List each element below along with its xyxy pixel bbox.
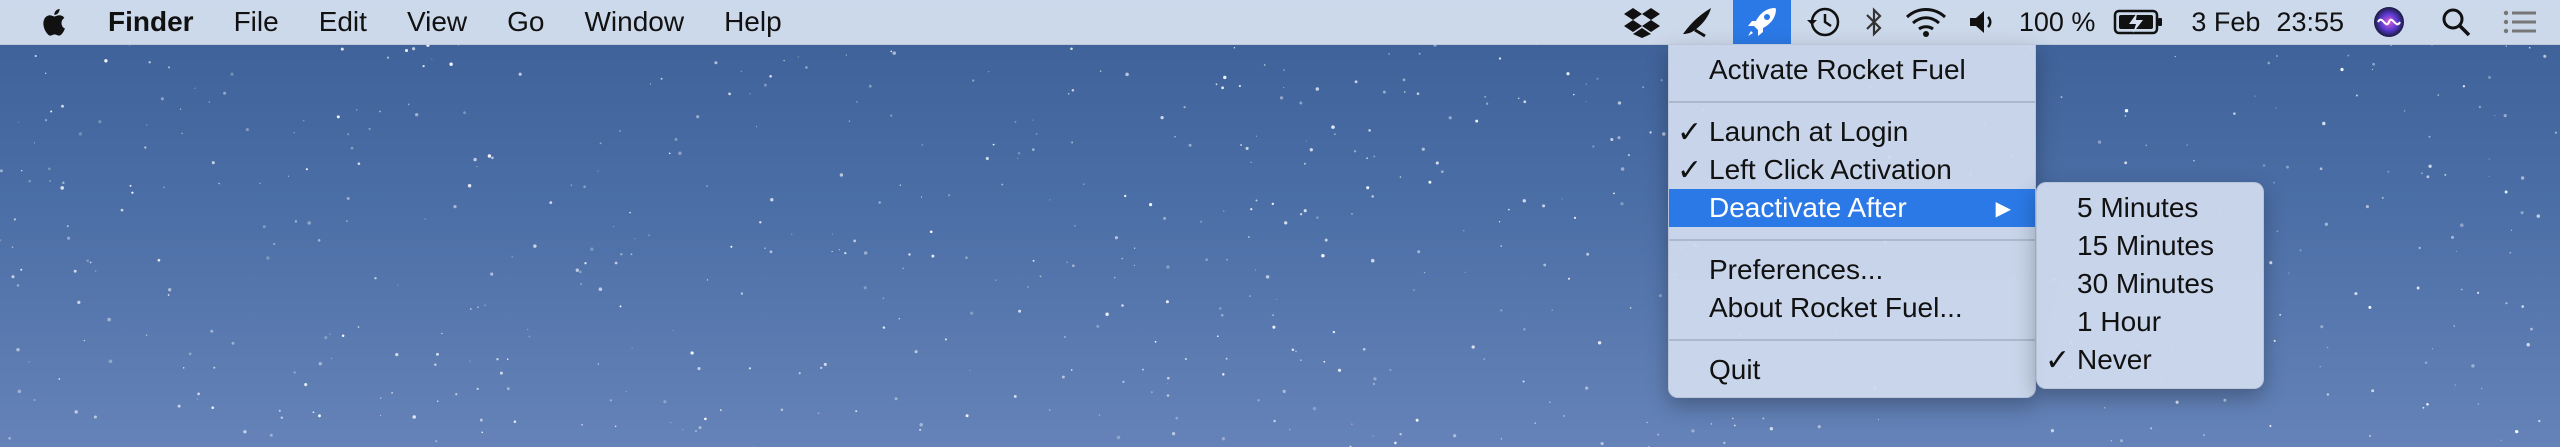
submenu-item-1-hour[interactable]: 1 Hour xyxy=(2037,303,2263,341)
menu-item-preferences[interactable]: Preferences... xyxy=(1669,251,2035,289)
menu-bar: Finder File Edit View Go Window Help 100… xyxy=(0,0,2560,45)
menu-item-left-click-activation[interactable]: ✓ Left Click Activation xyxy=(1669,151,2035,189)
menu-separator xyxy=(1669,239,2035,241)
menu-view[interactable]: View xyxy=(407,6,467,38)
menu-edit[interactable]: Edit xyxy=(319,6,367,38)
menubar-clock[interactable]: 23:55 xyxy=(2276,7,2344,38)
volume-icon[interactable] xyxy=(1967,0,2001,44)
submenu-item-never[interactable]: ✓ Never xyxy=(2037,341,2263,379)
menu-item-label: Deactivate After xyxy=(1709,192,1907,223)
menu-item-label: Launch at Login xyxy=(1709,116,1909,147)
menubar-date[interactable]: 3 Feb xyxy=(2191,7,2260,38)
menu-item-activate-rocket-fuel[interactable]: Activate Rocket Fuel xyxy=(1669,51,2035,89)
rocket-fuel-menu: Activate Rocket Fuel ✓ Launch at Login ✓… xyxy=(1668,44,2036,398)
bluetooth-icon[interactable] xyxy=(1863,0,1885,44)
menu-separator xyxy=(1669,339,2035,341)
menu-item-deactivate-after[interactable]: Deactivate After ▶ xyxy=(1669,189,2035,227)
submenu-arrow-icon: ▶ xyxy=(1995,197,2011,220)
menu-item-label: Left Click Activation xyxy=(1709,154,1952,185)
submenu-item-15-minutes[interactable]: 15 Minutes xyxy=(2037,227,2263,265)
menu-item-label: 15 Minutes xyxy=(2077,230,2214,261)
menu-item-about[interactable]: About Rocket Fuel... xyxy=(1669,289,2035,327)
menu-item-label: Activate Rocket Fuel xyxy=(1709,54,1966,85)
menu-item-label: Never xyxy=(2077,344,2152,375)
apple-menu-icon[interactable] xyxy=(36,0,76,44)
rocket-fuel-icon[interactable] xyxy=(1732,0,1791,44)
menu-separator xyxy=(1669,101,2035,103)
checkmark-icon: ✓ xyxy=(1677,153,1703,187)
menu-item-quit[interactable]: Quit xyxy=(1669,351,2035,389)
spotlight-search-icon[interactable] xyxy=(2440,0,2472,44)
battery-charging-icon[interactable] xyxy=(2113,0,2165,44)
menu-app-name[interactable]: Finder xyxy=(108,6,194,38)
checkmark-icon: ✓ xyxy=(1677,115,1703,149)
submenu-item-5-minutes[interactable]: 5 Minutes xyxy=(2037,189,2263,227)
menu-window[interactable]: Window xyxy=(584,6,684,38)
menu-item-label: 5 Minutes xyxy=(2077,192,2199,223)
battery-percentage[interactable]: 100 % xyxy=(2019,7,2096,38)
menu-item-label: About Rocket Fuel... xyxy=(1709,292,1963,323)
menu-go[interactable]: Go xyxy=(507,6,544,38)
wifi-icon[interactable] xyxy=(1905,0,1947,44)
menu-item-label: Preferences... xyxy=(1709,254,1884,285)
menu-item-label: Quit xyxy=(1709,354,1761,385)
menu-item-label: 30 Minutes xyxy=(2077,268,2214,299)
checkmark-icon: ✓ xyxy=(2045,343,2071,377)
notification-center-icon[interactable] xyxy=(2502,0,2538,44)
siri-icon[interactable] xyxy=(2372,0,2406,44)
deactivate-after-submenu: 5 Minutes 15 Minutes 30 Minutes 1 Hour ✓… xyxy=(2036,182,2264,389)
menu-item-launch-at-login[interactable]: ✓ Launch at Login xyxy=(1669,113,2035,151)
submenu-item-30-minutes[interactable]: 30 Minutes xyxy=(2037,265,2263,303)
quill-icon[interactable] xyxy=(1681,0,1719,44)
menu-item-label: 1 Hour xyxy=(2077,306,2162,337)
dropbox-icon[interactable] xyxy=(1623,0,1661,44)
menu-file[interactable]: File xyxy=(234,6,279,38)
time-machine-icon[interactable] xyxy=(1805,0,1843,44)
menu-help[interactable]: Help xyxy=(724,6,782,38)
